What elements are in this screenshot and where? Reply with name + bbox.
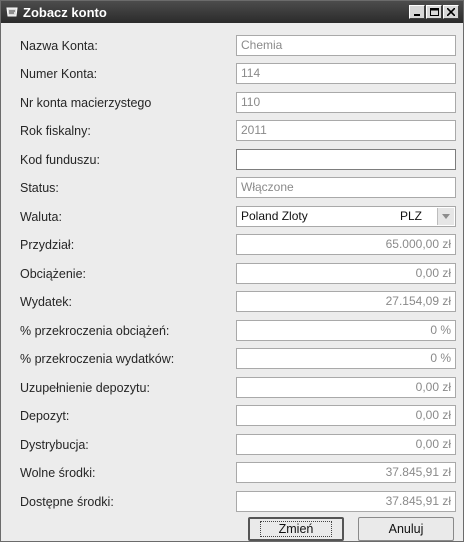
row-currency: Waluta: Poland Zloty PLZ	[1, 206, 463, 228]
row-expenditure-overrun: % przekroczenia wydatków: 0 %	[1, 348, 463, 370]
status-field[interactable]: Włączone	[236, 177, 456, 198]
row-distribution: Dystrybucja: 0,00 zł	[1, 434, 463, 456]
minimize-button[interactable]	[409, 5, 425, 19]
encumbrance-overrun-field[interactable]: 0 %	[236, 320, 456, 341]
window-title: Zobacz konto	[23, 4, 107, 20]
maximize-icon	[429, 8, 439, 16]
row-account-number: Numer Konta: 114	[1, 63, 463, 85]
currency-select[interactable]: Poland Zloty PLZ	[236, 206, 456, 227]
account-view-window: Zobacz konto Nazwa Konta: Chemia Numer K…	[0, 0, 464, 542]
row-encumbrance: Obciążenie: 0,00 zł	[1, 263, 463, 285]
field-label: % przekroczenia obciążeń:	[20, 324, 170, 338]
distribution-field[interactable]: 0,00 zł	[236, 434, 456, 455]
row-account-name: Nazwa Konta: Chemia	[1, 35, 463, 57]
field-label: Dystrybucja:	[20, 438, 89, 452]
expenditure-overrun-field[interactable]: 0 %	[236, 348, 456, 369]
row-fiscal-year: Rok fiskalny: 2011	[1, 120, 463, 142]
row-fund-code: Kod funduszu:	[1, 149, 463, 171]
cancel-button[interactable]: Anuluj	[358, 517, 454, 541]
row-deposit: Depozyt: 0,00 zł	[1, 405, 463, 427]
fund-code-field[interactable]	[236, 149, 456, 170]
field-label: Wolne środki:	[20, 466, 96, 480]
encumbrance-field[interactable]: 0,00 zł	[236, 263, 456, 284]
row-allocation: Przydział: 65.000,00 zł	[1, 234, 463, 256]
field-label: Obciążenie:	[20, 267, 87, 281]
row-free-funds: Wolne środki: 37.845,91 zł	[1, 462, 463, 484]
title-bar[interactable]: Zobacz konto	[1, 1, 463, 23]
close-icon	[447, 8, 455, 16]
app-icon	[5, 5, 19, 19]
dropdown-arrow-icon[interactable]	[437, 208, 454, 225]
expenditure-field[interactable]: 27.154,09 zł	[236, 291, 456, 312]
field-label: Depozyt:	[20, 409, 70, 423]
row-deposit-topup: Uzupełnienie depozytu: 0,00 zł	[1, 377, 463, 399]
field-label: Nr konta macierzystego	[20, 96, 152, 110]
field-label: Przydział:	[20, 238, 75, 252]
currency-code: PLZ	[400, 209, 423, 223]
field-label: Wydatek:	[20, 295, 72, 309]
account-name-field[interactable]: Chemia	[236, 35, 456, 56]
row-expenditure: Wydatek: 27.154,09 zł	[1, 291, 463, 313]
fiscal-year-field[interactable]: 2011	[236, 120, 456, 141]
parent-account-field[interactable]: 110	[236, 92, 456, 113]
field-label: Rok fiskalny:	[20, 124, 91, 138]
field-label: Nazwa Konta:	[20, 39, 98, 53]
row-available-funds: Dostępne środki: 37.845,91 zł	[1, 491, 463, 513]
change-button[interactable]: Zmień	[248, 517, 344, 541]
field-label: Uzupełnienie depozytu:	[20, 381, 150, 395]
change-button-label: Zmień	[259, 521, 333, 537]
available-funds-field[interactable]: 37.845,91 zł	[236, 491, 456, 512]
minimize-icon	[414, 14, 420, 16]
account-number-field[interactable]: 114	[236, 63, 456, 84]
deposit-field[interactable]: 0,00 zł	[236, 405, 456, 426]
field-label: Kod funduszu:	[20, 153, 100, 167]
maximize-button[interactable]	[426, 5, 442, 19]
row-parent-account: Nr konta macierzystego 110	[1, 92, 463, 114]
free-funds-field[interactable]: 37.845,91 zł	[236, 462, 456, 483]
close-button[interactable]	[443, 5, 459, 19]
allocation-field[interactable]: 65.000,00 zł	[236, 234, 456, 255]
field-label: Waluta:	[20, 210, 62, 224]
row-encumbrance-overrun: % przekroczenia obciążeń: 0 %	[1, 320, 463, 342]
field-label: Status:	[20, 181, 59, 195]
field-label: % przekroczenia wydatków:	[20, 352, 175, 366]
field-label: Numer Konta:	[20, 67, 98, 81]
currency-value: Poland Zloty	[241, 209, 308, 223]
deposit-topup-field[interactable]: 0,00 zł	[236, 377, 456, 398]
row-status: Status: Włączone	[1, 177, 463, 199]
field-label: Dostępne środki:	[20, 495, 114, 509]
